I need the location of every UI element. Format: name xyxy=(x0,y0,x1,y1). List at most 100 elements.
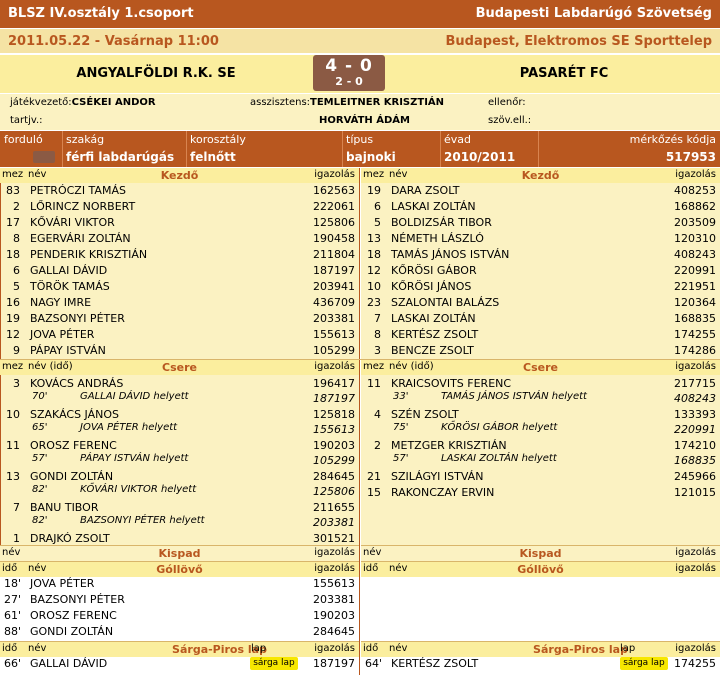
player-name: JOVA PÉTER xyxy=(30,328,95,341)
sub-replaced: LASKAI ZOLTÁN helyett xyxy=(441,453,557,464)
sub-row: 13 GONDI ZOLTÁN 284645 xyxy=(0,469,359,485)
license-number: 187197 xyxy=(313,264,355,277)
controller-label: ellenőr: xyxy=(488,97,526,108)
sub-time: 33' xyxy=(393,391,409,402)
license-number: 196417 xyxy=(313,377,355,390)
officials-panel: játékvezető:CSÉKEI ANDOR asszisztens:TEM… xyxy=(0,94,720,130)
replaced-license: 125806 xyxy=(313,485,355,498)
license-number: 301521 xyxy=(313,532,355,545)
sub-time: 82' xyxy=(32,484,48,495)
player-name: OROSZ FERENC xyxy=(30,439,117,452)
teams-bar: ANGYALFÖLDI R.K. SE 4 - 0 2 - 0 PASARÉT … xyxy=(0,55,720,93)
sub-time: 57' xyxy=(32,453,48,464)
scorer-name: JOVA PÉTER xyxy=(30,577,95,590)
substitution-detail: 57' PÁPAY ISTVÁN helyett 105299 xyxy=(0,453,359,467)
home-starters-header: mez név Kezdő igazolás xyxy=(0,168,359,183)
col-igazolas: igazolás xyxy=(314,563,355,574)
sub-row: 3 KOVÁCS ANDRÁS 196417 xyxy=(0,376,359,392)
shirt-number: 8 xyxy=(13,232,20,245)
license-number: 190203 xyxy=(313,439,355,452)
subs-title: Csere xyxy=(523,361,558,374)
shirt-number: 17 xyxy=(6,216,20,229)
age-cell: korosztály felnőtt xyxy=(186,131,343,167)
license-number: 168862 xyxy=(674,200,716,213)
sub-row: 2 METZGER KRISZTIÁN 174210 xyxy=(361,438,720,454)
license-number: 105299 xyxy=(313,344,355,357)
player-row: 12 JOVA PÉTER 155613 xyxy=(0,327,359,343)
replaced-license: 168835 xyxy=(674,454,716,467)
player-row: 18 TAMÁS JÁNOS ISTVÁN 408243 xyxy=(361,247,720,263)
license-number: 408253 xyxy=(674,184,716,197)
player-name: KŐRÖSI GÁBOR xyxy=(391,264,477,277)
shirt-number: 16 xyxy=(6,296,20,309)
bench-title: Kispad xyxy=(158,547,201,560)
col-igazolas: igazolás xyxy=(675,169,716,180)
match-venue: Budapest, Elektromos SE Sporttelep xyxy=(445,34,712,49)
home-goals-header: idő név Góllövő igazolás xyxy=(0,561,359,577)
player-row: 7 LASKAI ZOLTÁN 168835 xyxy=(361,311,720,327)
license-number: 203509 xyxy=(674,216,716,229)
goals-title: Góllövő xyxy=(156,563,203,576)
sub-time: 57' xyxy=(393,453,409,464)
sub-replaced: JOVA PÉTER helyett xyxy=(80,422,178,433)
player-row: 8 KERTÉSZ ZSOLT 174255 xyxy=(361,327,720,343)
federation-title: Budapesti Labdarúgó Szövetség xyxy=(475,6,712,21)
sub-replaced: GALLAI DÁVID helyett xyxy=(80,391,189,402)
player-name: TÖRÖK TAMÁS xyxy=(30,280,110,293)
player-name: RAKONCZAY ERVIN xyxy=(391,486,495,499)
player-name: BAZSONYI PÉTER xyxy=(30,312,125,325)
assistant1-name: TEMLEITNER KRISZTIÁN xyxy=(310,97,445,108)
license-number: 174255 xyxy=(674,328,716,341)
player-name: SZAKÁCS JÁNOS xyxy=(30,408,119,421)
license-number: 155613 xyxy=(313,577,355,590)
bench-title: Kispad xyxy=(519,547,562,560)
goal-row: 61' OROSZ FERENC 190203 xyxy=(0,608,359,624)
sub-row: 7 BANU TIBOR 211655 xyxy=(0,500,359,516)
player-name: SZILÁGYI ISTVÁN xyxy=(391,470,484,483)
sub-time: 75' xyxy=(393,422,409,433)
substitution-detail: 70' GALLAI DÁVID helyett 187197 xyxy=(0,391,359,405)
shirt-number: 23 xyxy=(367,296,381,309)
final-score: 4 - 0 xyxy=(325,56,373,76)
col-igazolas: igazolás xyxy=(675,361,716,372)
replaced-license: 105299 xyxy=(313,454,355,467)
license-number: 220991 xyxy=(674,264,716,277)
player-name: GONDI ZOLTÁN xyxy=(30,470,114,483)
license-number: 120310 xyxy=(674,232,716,245)
player-name: BENCZE ZSOLT xyxy=(391,344,474,357)
scorer-name: BAZSONYI PÉTER xyxy=(30,593,125,606)
sub-replaced: KŐVÁRI VIKTOR helyett xyxy=(80,484,197,495)
player-name: LASKAI ZOLTÁN xyxy=(391,200,476,213)
sub-time: 65' xyxy=(32,422,48,433)
goal-row: 18' JOVA PÉTER 155613 xyxy=(0,576,359,592)
shirt-number: 9 xyxy=(13,344,20,357)
replaced-license: 203381 xyxy=(313,516,355,529)
player-row: 19 BAZSONYI PÉTER 203381 xyxy=(0,311,359,327)
player-name: PETRÓCZI TAMÁS xyxy=(30,184,126,197)
round-label: forduló xyxy=(4,133,43,146)
subs-title: Csere xyxy=(162,361,197,374)
card-time: 66' xyxy=(4,657,22,670)
type-value: bajnoki xyxy=(346,150,396,164)
replaced-license: 408243 xyxy=(674,392,716,405)
discipline-value: férfi labdarúgás xyxy=(66,150,175,164)
player-row: 6 GALLAI DÁVID 187197 xyxy=(0,263,359,279)
shirt-number: 18 xyxy=(367,248,381,261)
shirt-number: 7 xyxy=(374,312,381,325)
scorer-name: OROSZ FERENC xyxy=(30,609,117,622)
shirt-number: 2 xyxy=(13,200,20,213)
player-row: 8 EGERVÁRI ZOLTÁN 190458 xyxy=(0,231,359,247)
replaced-license: 155613 xyxy=(313,423,355,436)
license-number: 211655 xyxy=(313,501,355,514)
discipline-cell: szakág férfi labdarúgás xyxy=(62,131,187,167)
player-row: 3 BENCZE ZSOLT 174286 xyxy=(361,343,720,359)
col-igazolas: igazolás xyxy=(314,547,355,558)
license-number: 187197 xyxy=(313,657,355,670)
shirt-number: 11 xyxy=(367,377,381,390)
license-number: 221951 xyxy=(674,280,716,293)
card-row: 66' GALLAI DÁVID sárga lap 187197 xyxy=(0,656,359,672)
license-number: 120364 xyxy=(674,296,716,309)
player-name: PENDERIK KRISZTIÁN xyxy=(30,248,148,261)
col-lap: lap xyxy=(251,643,267,654)
player-name: BOLDIZSÁR TIBOR xyxy=(391,216,492,229)
